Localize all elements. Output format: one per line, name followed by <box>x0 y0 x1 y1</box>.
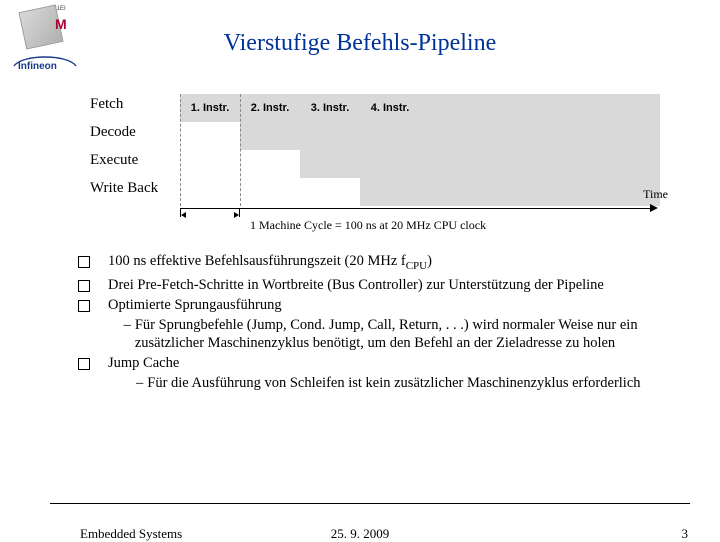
cell-fetch-4: 4. Instr. <box>360 94 420 122</box>
pipeline-grid: 1. Instr. 2. Instr. 3. Instr. 4. Instr. <box>180 94 660 206</box>
bullet-icon <box>78 358 90 370</box>
bullet-icon <box>78 300 90 312</box>
bullet-4-sub1: –Für die Ausführung von Schleifen ist ke… <box>136 374 641 392</box>
bullet-icon <box>78 256 90 268</box>
stage-execute: Execute <box>90 146 158 174</box>
cycle-annotation: 1 Machine Cycle = 100 ns at 20 MHz CPU c… <box>250 218 486 233</box>
cell-fetch-1: 1. Instr. <box>180 94 240 122</box>
footer-separator <box>50 503 690 504</box>
time-axis-label: Time <box>643 187 668 202</box>
cycle-dashed-left <box>180 94 181 206</box>
cell-fetch-3: 3. Instr. <box>300 94 360 122</box>
cell-fetch-2: 2. Instr. <box>240 94 300 122</box>
stage-fetch: Fetch <box>90 90 158 118</box>
stage-writeback: Write Back <box>90 174 158 202</box>
cycle-width-marker-icon <box>179 209 241 219</box>
bullet-icon <box>78 280 90 292</box>
pipeline-diagram: Fetch Decode Execute Write Back 1. Instr… <box>90 90 660 235</box>
bullet-3: Optimierte Sprungausführung <box>108 296 678 314</box>
time-axis-arrow-icon <box>180 202 658 216</box>
bullet-4: Jump Cache <box>108 354 678 372</box>
bullet-2: Drei Pre-Fetch-Schritte in Wortbreite (B… <box>108 276 678 294</box>
page-title: Vierstufige Befehls-Pipeline <box>0 30 720 57</box>
bullet-3-sub1: –Für Sprungbefehle (Jump, Cond. Jump, Ca… <box>124 316 678 352</box>
bullet-1: 100 ns effektive Befehlsausführungszeit … <box>108 252 678 274</box>
cycle-dashed-right <box>240 94 241 206</box>
stage-decode: Decode <box>90 118 158 146</box>
stage-labels: Fetch Decode Execute Write Back <box>90 90 158 202</box>
svg-text:Infineon: Infineon <box>18 61 57 72</box>
bullet-list: 100 ns effektive Befehlsausführungszeit … <box>78 252 678 394</box>
